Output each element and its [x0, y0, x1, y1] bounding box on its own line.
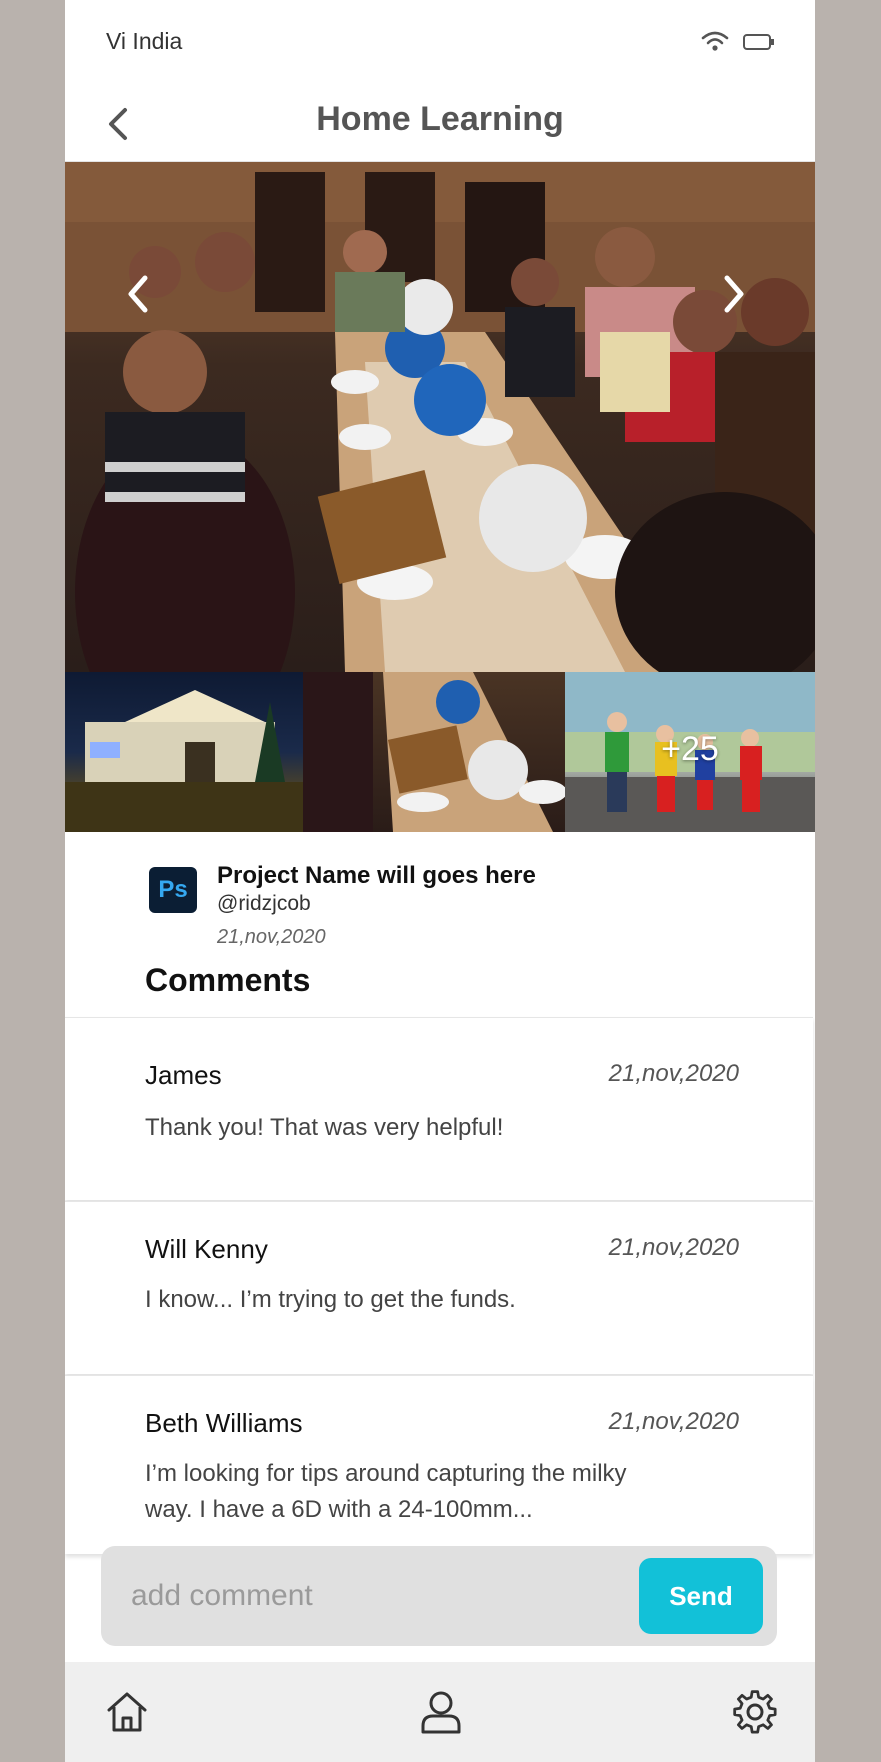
comment-text: Thank you! That was very helpful! [145, 1114, 504, 1141]
comment-text: I’m looking for tips around capturing th… [145, 1460, 627, 1523]
hero-photo [65, 162, 815, 672]
send-button[interactable]: Send [639, 1558, 763, 1634]
gallery-prev-button[interactable] [123, 272, 153, 316]
comment-item[interactable]: James 21,nov,2020 Thank you! That was ve… [65, 1017, 813, 1200]
thumbnail-building-photo [65, 690, 303, 832]
comment-item[interactable]: Beth Williams 21,nov,2020 I’m looking fo… [65, 1375, 813, 1554]
project-author-handle[interactable]: @ridzjcob [217, 892, 311, 916]
thumbnail-building[interactable] [65, 672, 303, 832]
user-icon[interactable] [417, 1688, 465, 1736]
carrier-name: Vi India [106, 28, 183, 54]
comment-author: Will Kenny [145, 1234, 268, 1264]
gear-icon[interactable] [731, 1688, 779, 1736]
comments-heading: Comments [145, 962, 311, 998]
comment-date: 21,nov,2020 [608, 1234, 739, 1261]
battery-icon [743, 34, 774, 50]
comment-date: 21,nov,2020 [608, 1408, 739, 1435]
app-header: Home Learning [65, 80, 815, 163]
comment-text: I know... I’m trying to get the funds. [145, 1286, 516, 1313]
comment-input[interactable] [119, 1564, 643, 1628]
status-bar: Vi India [65, 0, 815, 80]
comment-author: Beth Williams [145, 1408, 303, 1438]
project-name: Project Name will goes here [217, 862, 536, 889]
comment-date: 21,nov,2020 [608, 1060, 739, 1087]
phone-screen: Vi India Home Learning +25 Ps Project Na… [65, 0, 815, 1762]
home-icon[interactable] [103, 1688, 151, 1736]
gallery-thumbnails: +25 [65, 672, 815, 832]
thumbnail-kids[interactable]: +25 [565, 672, 815, 832]
thumbnail-dinner[interactable] [303, 672, 565, 832]
comment-author: James [145, 1060, 222, 1090]
page-title: Home Learning [316, 100, 564, 138]
comment-item[interactable]: Will Kenny 21,nov,2020 I know... I’m try… [65, 1201, 813, 1374]
bottom-navigation [65, 1662, 815, 1762]
thumbnail-dinner-photo [303, 672, 565, 832]
more-photos-count: +25 [661, 730, 719, 768]
add-comment-bar: Send [101, 1546, 777, 1646]
photoshop-logo: Ps [149, 867, 197, 913]
gallery-main-image[interactable] [65, 162, 815, 672]
wifi-icon [701, 31, 729, 51]
project-info: Ps Project Name will goes here @ridzjcob… [65, 832, 815, 1017]
gallery-next-button[interactable] [719, 272, 749, 316]
project-date: 21,nov,2020 [217, 926, 326, 948]
